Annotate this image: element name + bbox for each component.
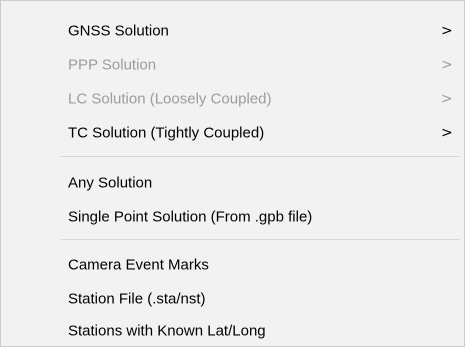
submenu-arrow-icon: >	[441, 125, 453, 141]
menu-item-label: GNSS Solution	[68, 22, 169, 40]
submenu-arrow-icon: >	[441, 91, 453, 107]
menu-item-label: Camera Event Marks	[68, 256, 209, 274]
menu-item-station-file[interactable]: Station File (.sta/nst)	[1, 282, 464, 316]
menu-item-label: PPP Solution	[68, 56, 157, 74]
submenu-arrow-icon: >	[441, 57, 453, 73]
menu-item-ppp-solution: PPP Solution >	[1, 48, 464, 82]
menu-item-gnss-solution[interactable]: GNSS Solution >	[1, 14, 464, 48]
menu-separator	[61, 239, 460, 240]
menu-item-label: TC Solution (Tightly Coupled)	[68, 124, 265, 142]
menu-item-tc-solution[interactable]: TC Solution (Tightly Coupled) >	[1, 116, 464, 150]
context-submenu: GNSS Solution > PPP Solution > LC Soluti…	[0, 0, 465, 347]
menu-item-label: Stations with Known Lat/Long	[68, 322, 266, 340]
menu-item-any-solution[interactable]: Any Solution	[1, 166, 464, 200]
menu-item-camera-event-marks[interactable]: Camera Event Marks	[1, 248, 464, 282]
menu-item-label: Any Solution	[68, 174, 153, 192]
menu-item-single-point-solution[interactable]: Single Point Solution (From .gpb file)	[1, 200, 464, 234]
menu-item-label: Station File (.sta/nst)	[68, 290, 206, 308]
menu-separator	[61, 156, 460, 157]
submenu-arrow-icon: >	[441, 23, 453, 39]
menu-item-stations-known-lat-long[interactable]: Stations with Known Lat/Long	[1, 316, 464, 346]
menu-item-label: LC Solution (Loosely Coupled)	[68, 90, 272, 108]
menu-item-lc-solution: LC Solution (Loosely Coupled) >	[1, 82, 464, 116]
menu-item-label: Single Point Solution (From .gpb file)	[68, 208, 313, 226]
